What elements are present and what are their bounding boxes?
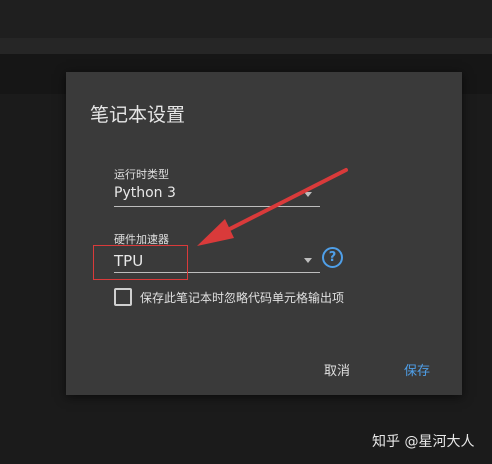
dialog-title: 笔记本设置 <box>90 104 186 126</box>
runtime-type-label: 运行时类型 <box>114 168 169 181</box>
cancel-button[interactable]: 取消 <box>324 360 350 379</box>
annotation-highlight-box <box>93 245 188 280</box>
omit-output-label: 保存此笔记本时忽略代码单元格输出项 <box>140 291 345 305</box>
help-icon[interactable]: ? <box>322 247 343 268</box>
watermark: 知乎 @星河大人 <box>372 434 475 450</box>
runtime-type-value: Python 3 <box>114 185 176 201</box>
dropdown-caret-icon <box>304 192 312 197</box>
dropdown-caret-icon <box>304 258 312 263</box>
omit-output-checkbox[interactable] <box>114 288 132 306</box>
app-toolbar <box>0 38 492 54</box>
app-top-bar <box>0 0 492 38</box>
save-button[interactable]: 保存 <box>404 360 430 379</box>
runtime-type-select[interactable]: Python 3 <box>114 182 320 207</box>
notebook-settings-dialog: 笔记本设置 运行时类型 Python 3 硬件加速器 TPU ? 保存此笔记本时… <box>66 72 462 395</box>
